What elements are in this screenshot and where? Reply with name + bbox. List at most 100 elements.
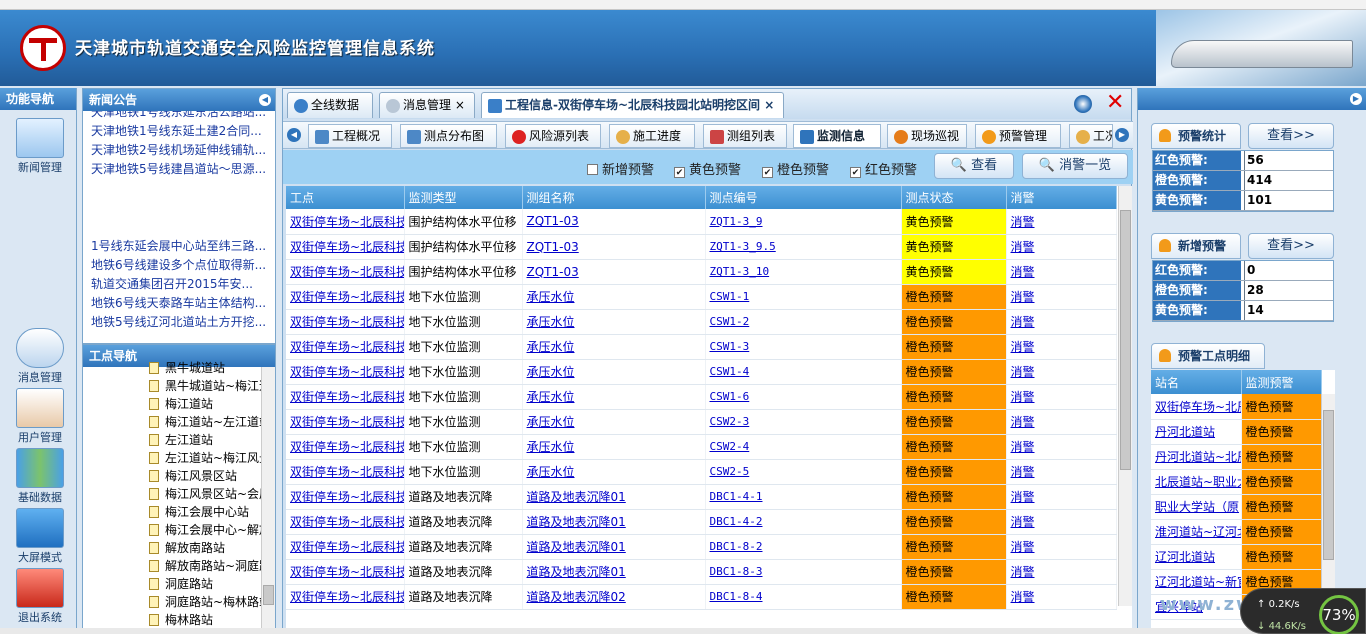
nav-base-data[interactable]: 基础数据 [15,448,65,504]
table-row[interactable]: 双街停车场~北辰科技 道路及地表沉降 道路及地表沉降01 DBC1-4-1 橙色预警 消警 [286,484,1117,510]
cell-site-link[interactable]: 双街停车场~北辰科技 [290,390,403,404]
tree-node[interactable]: 梅江道站~左江道站 [83,413,275,431]
cell-site-link[interactable]: 双街停车场~北辰科技 [290,490,403,504]
table-row[interactable]: 双街停车场~北辰科技 地下水位监测 承压水位 CSW2-5 橙色预警 消警 [286,459,1117,485]
cell-point-link[interactable]: ZQT1-3_9 [710,215,763,228]
cell-point[interactable]: CSW1-1 [705,284,902,310]
table-row[interactable]: 双街停车场~北辰科技 地下水位监测 承压水位 CSW1-2 橙色预警 消警 [286,309,1117,335]
cell-clear[interactable]: 消警 [1006,484,1117,510]
cell-clear[interactable]: 消警 [1006,459,1117,485]
cell-clear-link[interactable]: 消警 [1011,265,1035,279]
table-row[interactable]: 双街停车场~北辰科技 道路及地表沉降 道路及地表沉降01 DBC1-4-2 橙色预警 消警 [286,509,1117,535]
table-row[interactable]: 双街停车场~北辰科技 围护结构体水平位移 ZQT1-03 ZQT1-3_9 黄色预警 消警 [286,209,1117,235]
news-item[interactable]: 天津地铁1号线东延土建2合同... [83,122,275,141]
cell-group-link[interactable]: 道路及地表沉降01 [527,540,626,554]
cell-site[interactable]: 双街停车场~北辰科技 [286,309,405,335]
tree-node[interactable]: 梅江道站 [83,395,275,413]
collapse-icon[interactable]: ◀ [259,94,271,106]
cell-clear-link[interactable]: 消警 [1011,565,1035,579]
cell-clear-link[interactable]: 消警 [1011,240,1035,254]
cell-site-link[interactable]: 双街停车场~北辰科技 [290,440,403,454]
cell-group-link[interactable]: 承压水位 [527,390,575,404]
close-icon[interactable]: × [764,98,774,112]
news-item[interactable]: 地铁5号线辽河北道站土方开挖... [83,313,275,332]
cell-clear-link[interactable]: 消警 [1011,465,1035,479]
cell-group-link[interactable]: ZQT1-03 [527,214,579,228]
cell-point-link[interactable]: DBC1-8-4 [710,590,763,603]
cell-site[interactable]: 双街停车场~北辰科技 [286,384,405,410]
cell-group-link[interactable]: ZQT1-03 [527,265,579,279]
cell-point[interactable]: DBC1-4-1 [705,484,902,510]
cell-clear-link[interactable]: 消警 [1011,390,1035,404]
cell-site-link[interactable]: 双街停车场~北辰科技 [290,340,403,354]
cell-group-link[interactable]: 承压水位 [527,415,575,429]
cell-group-link[interactable]: 道路及地表沉降02 [527,590,626,604]
cell-station[interactable]: 职业大学站（原 [1151,494,1242,520]
cell-site-link[interactable]: 双街停车场~北辰科技 [290,365,403,379]
cell-group[interactable]: 道路及地表沉降01 [522,509,706,535]
cell-site[interactable]: 双街停车场~北辰科技 [286,434,405,460]
cell-group[interactable]: ZQT1-03 [522,234,706,260]
table-row[interactable]: 双街停车场~北辰科技 地下水位监测 承压水位 CSW1-6 橙色预警 消警 [286,384,1117,410]
cell-clear-link[interactable]: 消警 [1011,540,1035,554]
cell-site-link[interactable]: 双街停车场~北辰科技 [290,590,403,604]
warning-site-row[interactable]: 辽河北道站 橙色预警 [1151,544,1322,570]
cell-point[interactable]: DBC1-4-2 [705,509,902,535]
cell-clear-link[interactable]: 消警 [1011,215,1035,229]
cell-point-link[interactable]: CSW2-3 [710,415,750,428]
cell-group-link[interactable]: 承压水位 [527,365,575,379]
warning-site-row[interactable]: 双街停车场~北辰 橙色预警 [1151,394,1322,420]
news-item[interactable]: 轨道交通集团召开2015年安... [83,275,275,294]
cell-clear[interactable]: 消警 [1006,259,1117,285]
cell-station[interactable]: 辽河北道站 [1151,544,1242,570]
cell-group[interactable]: 承压水位 [522,309,706,335]
cell-point[interactable]: ZQT1-3_9 [705,209,902,235]
subtab-project-overview[interactable]: 工程概况 [308,124,392,148]
checkbox-unchecked[interactable] [587,164,598,175]
col-site[interactable]: 工点 [286,186,405,209]
cell-site[interactable]: 双街停车场~北辰科技 [286,509,405,535]
cell-point-link[interactable]: CSW1-4 [710,365,750,378]
cell-group[interactable]: 承压水位 [522,459,706,485]
warning-site-row[interactable]: 丹河北道站 橙色预警 [1151,419,1322,445]
cell-point[interactable]: DBC1-8-4 [705,584,902,610]
cell-point[interactable]: CSW1-2 [705,309,902,335]
cell-point[interactable]: DBC1-8-3 [705,559,902,585]
tree-node[interactable]: 洞庭路站~梅林路站 [83,593,275,611]
cell-group[interactable]: 承压水位 [522,434,706,460]
scroll-left-icon[interactable]: ◀ [287,128,301,142]
clear-warning-list-button[interactable]: 🔍 消警一览 [1022,153,1128,179]
warning-stats-view-button[interactable]: 查看>> [1248,123,1334,149]
cell-point-link[interactable]: DBC1-4-2 [710,515,763,528]
scroll-thumb[interactable] [1120,210,1131,470]
cell-group-link[interactable]: 承压水位 [527,290,575,304]
station-link[interactable]: 辽河北道站~新官 [1155,575,1240,589]
cell-site-link[interactable]: 双街停车场~北辰科技 [290,215,403,229]
cell-site[interactable]: 双街停车场~北辰科技 [286,484,405,510]
cell-point-link[interactable]: ZQT1-3_10 [710,265,770,278]
nav-exit-system[interactable]: 退出系统 [15,568,65,624]
tree-node[interactable]: 左江道站~梅江风景 [83,449,275,467]
checkbox-checked[interactable]: ✔ [674,167,685,178]
cell-point-link[interactable]: CSW1-2 [710,315,750,328]
subtab-group-list[interactable]: 测组列表 [703,124,787,148]
tab-all-line-data[interactable]: 全线数据 [287,92,373,118]
cell-site[interactable]: 双街停车场~北辰科技 [286,559,405,585]
close-all-icon[interactable]: ✕ [1106,91,1124,115]
cell-clear-link[interactable]: 消警 [1011,490,1035,504]
cell-site-link[interactable]: 双街停车场~北辰科技 [290,240,403,254]
tree-node[interactable]: 梅江风景区站~会展 [83,485,275,503]
cell-site[interactable]: 双街停车场~北辰科技 [286,359,405,385]
table-row[interactable]: 双街停车场~北辰科技 地下水位监测 承压水位 CSW1-3 橙色预警 消警 [286,334,1117,360]
subtab-warning-management[interactable]: 预警管理 [975,124,1061,148]
cell-group[interactable]: 承压水位 [522,284,706,310]
cell-point[interactable]: CSW1-6 [705,384,902,410]
checkbox-checked[interactable]: ✔ [850,167,861,178]
cell-group[interactable]: 道路及地表沉降01 [522,484,706,510]
tree-node[interactable]: 黑牛城道站 [83,359,275,377]
cell-clear-link[interactable]: 消警 [1011,440,1035,454]
news-item[interactable]: 天津地铁5号线建昌道站～思源... [83,160,275,179]
cell-group[interactable]: 承压水位 [522,384,706,410]
cell-site-link[interactable]: 双街停车场~北辰科技 [290,515,403,529]
view-button[interactable]: 🔍 查看 [934,153,1014,179]
